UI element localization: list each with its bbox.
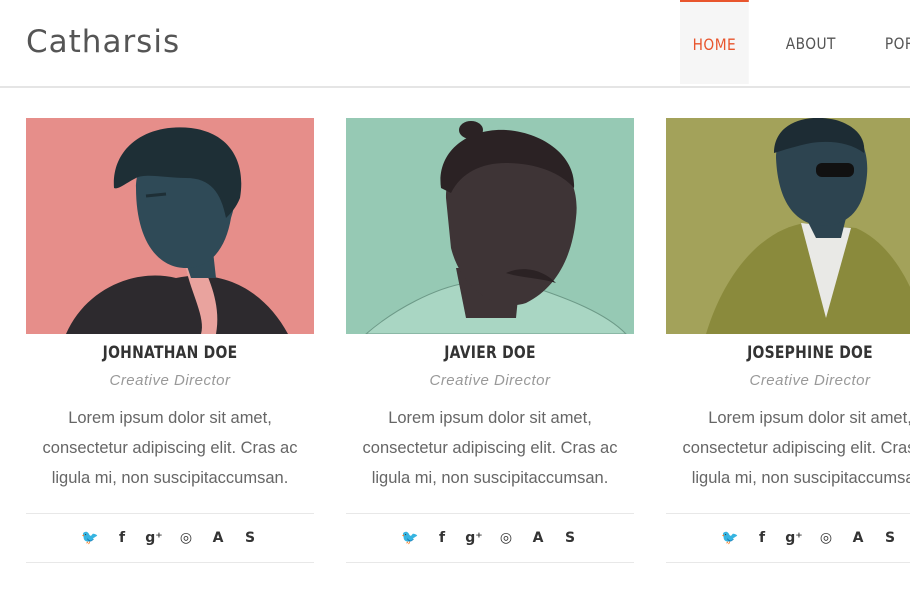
nav-item-portfolio[interactable]: PORT bbox=[878, 0, 910, 84]
member-name: JAVIER DOE bbox=[444, 343, 536, 363]
site-logo[interactable]: Catharsis bbox=[26, 24, 180, 60]
member-name: JOHNATHAN DOE bbox=[102, 343, 238, 363]
bio-line: consectetur adipiscing elit. Cras ac bbox=[682, 439, 910, 457]
facebook-icon[interactable]: f bbox=[433, 529, 451, 547]
skype-icon[interactable]: S bbox=[241, 529, 259, 547]
google-plus-icon[interactable]: g⁺ bbox=[145, 529, 163, 547]
team-card: JOSEPHINE DOE Creative Director Lorem ip… bbox=[666, 118, 910, 563]
bio-line: Lorem ipsum dolor sit amet, bbox=[68, 409, 272, 427]
google-plus-icon[interactable]: g⁺ bbox=[785, 529, 803, 547]
dribbble-icon[interactable]: ◎ bbox=[817, 529, 835, 547]
team-photo bbox=[26, 118, 314, 334]
dribbble-icon[interactable]: ◎ bbox=[497, 529, 515, 547]
nav-item-about[interactable]: ABOUT bbox=[785, 0, 837, 84]
facebook-icon[interactable]: f bbox=[753, 529, 771, 547]
member-bio: Lorem ipsum dolor sit amet, consectetur … bbox=[666, 403, 910, 493]
bio-line: ligula mi, non suscipitaccumsan. bbox=[371, 469, 609, 487]
twitter-icon[interactable]: 🐦 bbox=[81, 529, 99, 547]
nav-item-home[interactable]: HOME bbox=[680, 0, 749, 84]
member-role: Creative Director bbox=[749, 372, 871, 389]
bio-line: consectetur adipiscing elit. Cras ac bbox=[42, 439, 298, 457]
facebook-icon[interactable]: f bbox=[113, 529, 131, 547]
twitter-icon[interactable]: 🐦 bbox=[401, 529, 419, 547]
behance-icon[interactable]: A bbox=[209, 529, 227, 547]
social-links: 🐦 f g⁺ ◎ A S bbox=[26, 513, 314, 563]
skype-icon[interactable]: S bbox=[561, 529, 579, 547]
bio-line: Lorem ipsum dolor sit amet, bbox=[708, 409, 910, 427]
bio-line: consectetur adipiscing elit. Cras ac bbox=[362, 439, 618, 457]
member-role: Creative Director bbox=[109, 372, 231, 389]
team-card: JAVIER DOE Creative Director Lorem ipsum… bbox=[346, 118, 634, 563]
social-links: 🐦 f g⁺ ◎ A S bbox=[666, 513, 910, 563]
team-card: JOHNATHAN DOE Creative Director Lorem ip… bbox=[26, 118, 314, 563]
social-links: 🐦 f g⁺ ◎ A S bbox=[346, 513, 634, 563]
twitter-icon[interactable]: 🐦 bbox=[721, 529, 739, 547]
site-header: Catharsis HOME ABOUT PORT bbox=[0, 0, 910, 88]
member-bio: Lorem ipsum dolor sit amet, consectetur … bbox=[26, 403, 314, 493]
bio-line: ligula mi, non suscipitaccumsan. bbox=[51, 469, 289, 487]
skype-icon[interactable]: S bbox=[881, 529, 899, 547]
member-role: Creative Director bbox=[429, 372, 551, 389]
behance-icon[interactable]: A bbox=[529, 529, 547, 547]
member-bio: Lorem ipsum dolor sit amet, consectetur … bbox=[346, 403, 634, 493]
bio-line: Lorem ipsum dolor sit amet, bbox=[388, 409, 592, 427]
bio-line: ligula mi, non suscipitaccumsan. bbox=[691, 469, 910, 487]
google-plus-icon[interactable]: g⁺ bbox=[465, 529, 483, 547]
member-name: JOSEPHINE DOE bbox=[747, 343, 873, 363]
dribbble-icon[interactable]: ◎ bbox=[177, 529, 195, 547]
team-photo bbox=[666, 118, 910, 334]
team-photo bbox=[346, 118, 634, 334]
behance-icon[interactable]: A bbox=[849, 529, 867, 547]
